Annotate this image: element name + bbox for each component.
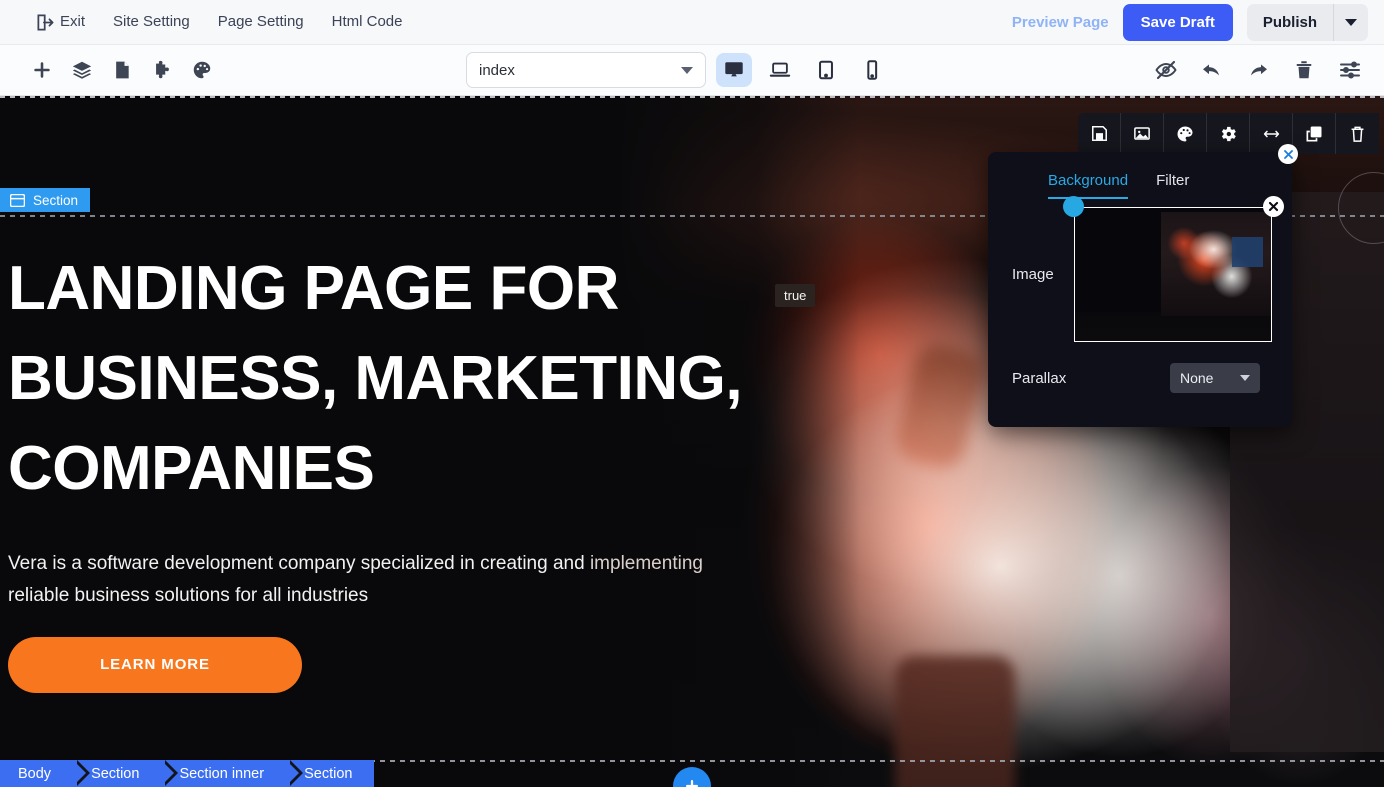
- device-tablet[interactable]: [808, 53, 844, 87]
- close-icon: [1282, 148, 1295, 161]
- parallax-row: Parallax None: [988, 363, 1292, 393]
- section-badge-label: Section: [33, 193, 78, 208]
- trash-icon: [1348, 124, 1367, 144]
- exit-icon: [36, 13, 55, 32]
- menu-html-code[interactable]: Html Code: [318, 0, 417, 44]
- chevron-down-icon: [1345, 19, 1357, 26]
- delete-button[interactable]: [1292, 58, 1316, 82]
- parallax-select[interactable]: None: [1170, 363, 1260, 393]
- photo-figure-legs: [895, 656, 1015, 787]
- floppy-icon: [1090, 124, 1109, 143]
- undo-button[interactable]: [1200, 58, 1224, 82]
- hero-title-line-2: BUSINESS, MARKETING,: [8, 346, 838, 413]
- plus-icon: [683, 777, 701, 787]
- style-palette-button[interactable]: [1164, 113, 1207, 154]
- layers-button[interactable]: [70, 58, 94, 82]
- hero-title: LANDING PAGE FOR BUSINESS, MARKETING, CO…: [8, 256, 838, 503]
- publish-dropdown-button[interactable]: [1334, 4, 1368, 41]
- chevron-down-icon: [681, 67, 693, 74]
- image-row: Image: [988, 199, 1292, 342]
- settings-sliders-button[interactable]: [1338, 58, 1362, 82]
- pages-button[interactable]: [110, 58, 134, 82]
- delete-element-button[interactable]: [1336, 113, 1379, 154]
- image-label: Image: [988, 266, 1074, 283]
- publish-button[interactable]: Publish: [1247, 4, 1334, 41]
- menu-page-setting[interactable]: Page Setting: [204, 0, 318, 44]
- background-panel: Background Filter Image Parallax: [988, 152, 1292, 427]
- parallax-label: Parallax: [988, 370, 1074, 387]
- exit-button[interactable]: Exit: [30, 0, 99, 44]
- save-element-button[interactable]: [1078, 113, 1121, 154]
- theme-palette-button[interactable]: [190, 58, 214, 82]
- duplicate-button[interactable]: [1293, 113, 1336, 154]
- device-mobile[interactable]: [854, 53, 890, 87]
- toolbar-left-icons: [0, 58, 214, 82]
- page-select-value: index: [479, 62, 515, 79]
- image-thumbnail-wrap[interactable]: [1074, 207, 1272, 342]
- toolbar-right-icons: [1154, 58, 1384, 82]
- chevron-down-icon: [1240, 375, 1250, 381]
- close-icon: [1267, 200, 1280, 213]
- toggle-visibility-button[interactable]: [1154, 58, 1178, 82]
- publish-group: Publish: [1247, 4, 1368, 41]
- tab-background[interactable]: Background: [1048, 172, 1128, 199]
- preview-page-link[interactable]: Preview Page: [1012, 14, 1109, 31]
- image-thumbnail[interactable]: [1074, 207, 1272, 342]
- hero-paragraph: Vera is a software development company s…: [8, 548, 838, 612]
- section-badge[interactable]: Section: [0, 188, 90, 212]
- learn-more-button[interactable]: LEARN MORE: [8, 637, 302, 693]
- menu-site-setting[interactable]: Site Setting: [99, 0, 204, 44]
- device-laptop[interactable]: [762, 53, 798, 87]
- image-button[interactable]: [1121, 113, 1164, 154]
- image-handle-dot[interactable]: [1063, 196, 1084, 217]
- remove-image-button[interactable]: [1263, 196, 1284, 217]
- canvas-top-dotted-border: [0, 96, 1384, 98]
- breadcrumb-item-section-inner[interactable]: Section inner: [161, 760, 286, 787]
- parallax-select-value: None: [1180, 370, 1213, 386]
- copy-icon: [1304, 124, 1324, 144]
- gear-icon: [1218, 124, 1238, 144]
- hero-paragraph-main: Vera is a software development company s…: [8, 553, 590, 574]
- add-element-button[interactable]: [30, 58, 54, 82]
- tab-filter[interactable]: Filter: [1156, 172, 1189, 199]
- thumbnail-blue-accent: [1232, 237, 1263, 266]
- image-icon: [1132, 124, 1152, 143]
- panel-tabs: Background Filter: [988, 152, 1292, 199]
- element-toolbar: [1078, 113, 1379, 154]
- top-menu-bar: Exit Site Setting Page Setting Html Code…: [0, 0, 1384, 45]
- hero-paragraph-line2: reliable business solutions for all indu…: [8, 585, 368, 606]
- plugins-button[interactable]: [150, 58, 174, 82]
- breadcrumb: Body Section Section inner Section: [0, 760, 374, 787]
- arrows-horizontal-icon: [1261, 125, 1282, 143]
- toolbar-center: index: [466, 52, 890, 88]
- palette-icon: [1175, 124, 1195, 144]
- hero-paragraph-faded: implementing: [590, 553, 703, 574]
- hero-content: LANDING PAGE FOR BUSINESS, MARKETING, CO…: [8, 256, 838, 693]
- hero-title-line-1: LANDING PAGE FOR: [8, 256, 838, 323]
- save-draft-button[interactable]: Save Draft: [1123, 4, 1233, 41]
- thumbnail-bottom-shade: [1075, 312, 1271, 341]
- exit-label: Exit: [60, 0, 99, 44]
- editor-toolbar: index: [0, 45, 1384, 96]
- redo-button[interactable]: [1246, 58, 1270, 82]
- section-icon: [10, 194, 25, 207]
- top-menu-right: Preview Page Save Draft Publish: [1012, 4, 1384, 41]
- top-menu-left: Exit Site Setting Page Setting Html Code: [0, 0, 417, 44]
- page-select[interactable]: index: [466, 52, 706, 88]
- page-builder-app: Exit Site Setting Page Setting Html Code…: [0, 0, 1384, 787]
- hero-title-line-3: COMPANIES: [8, 436, 838, 503]
- element-settings-button[interactable]: [1207, 113, 1250, 154]
- breadcrumb-item-body[interactable]: Body: [0, 760, 73, 787]
- close-panel-button[interactable]: [1278, 144, 1298, 164]
- device-desktop[interactable]: [716, 53, 752, 87]
